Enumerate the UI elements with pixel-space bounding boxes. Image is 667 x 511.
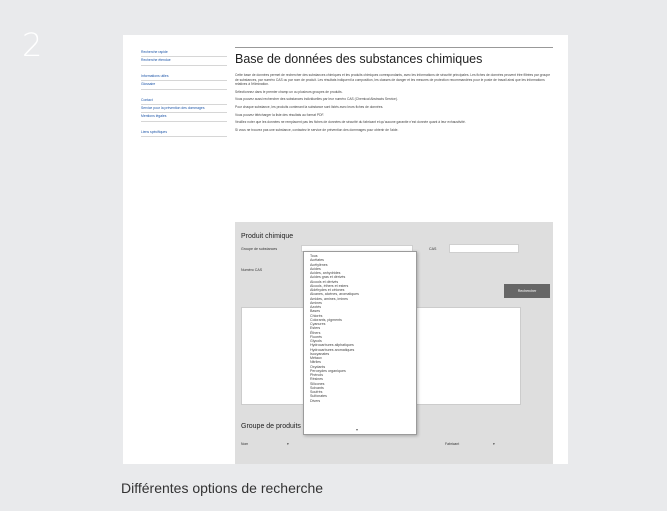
search-button[interactable]: Rechercher [504, 284, 550, 298]
main-content: Base de données des substances chimiques… [235, 47, 553, 135]
sidebar-item-glossary[interactable]: Glossaire [141, 81, 227, 90]
sidebar-item-specific-links[interactable]: Liens spécifiques [141, 129, 227, 138]
caption: Différentes options de recherche [121, 480, 324, 496]
form-title: Produit chimique [241, 233, 294, 240]
page-title: Base de données des substances chimiques [235, 47, 553, 66]
cas-input-right[interactable] [449, 244, 519, 253]
sidebar-item-prevention-service[interactable]: Service pour la prévention des dommages [141, 105, 227, 114]
website-screenshot: Recherche rapide Recherche étendue Infor… [123, 35, 568, 464]
paragraph: Pour chaque substance, les produits cont… [235, 104, 384, 109]
dropdown-option[interactable]: Divers [310, 399, 416, 403]
name-column-label: Nom [241, 442, 249, 446]
sidebar-item-quick-search[interactable]: Recherche rapide [141, 49, 227, 58]
sidebar-item-legal[interactable]: Mentions légales [141, 113, 227, 122]
manufacturer-sort-icon[interactable]: ▾ [493, 442, 495, 446]
manufacturer-column-label: Fabricant [445, 442, 460, 446]
step-number: 2 [22, 26, 43, 64]
scroll-down-icon[interactable]: ▾ [356, 427, 358, 432]
sidebar: Recherche rapide Recherche étendue Infor… [141, 49, 227, 138]
product-group-title: Groupe de produits [241, 423, 301, 430]
sidebar-item-useful-info[interactable]: Informations utiles [141, 73, 227, 82]
sidebar-item-extended-search[interactable]: Recherche étendue [141, 57, 227, 66]
paragraph: Veuillez noter que les données ne rempla… [235, 120, 466, 125]
sidebar-item-contact[interactable]: Contact [141, 97, 227, 106]
name-sort-icon[interactable]: ▾ [287, 442, 289, 446]
substance-group-label: Groupe de substances [241, 247, 278, 251]
paragraph: Vous pouvez télécharger la liste des rés… [235, 112, 325, 117]
paragraph: Sélectionnez dans le premier champ un ou… [235, 89, 343, 94]
cas-label-right: CAS [429, 247, 437, 251]
intro-paragraph: Cette base de données permet de recherch… [235, 73, 551, 87]
dropdown-options: Tous Acétates Acétylènes Acides Acides, anhy… [310, 254, 416, 403]
cas-number-label: Numéro CAS [241, 268, 263, 272]
substance-group-dropdown[interactable]: Tous Acétates Acétylènes Acides Acides, anhy… [303, 251, 417, 435]
paragraph: Vous pouvez aussi rechercher des substan… [235, 97, 398, 102]
paragraph: Si vous ne trouvez pas une substance, co… [235, 127, 399, 132]
